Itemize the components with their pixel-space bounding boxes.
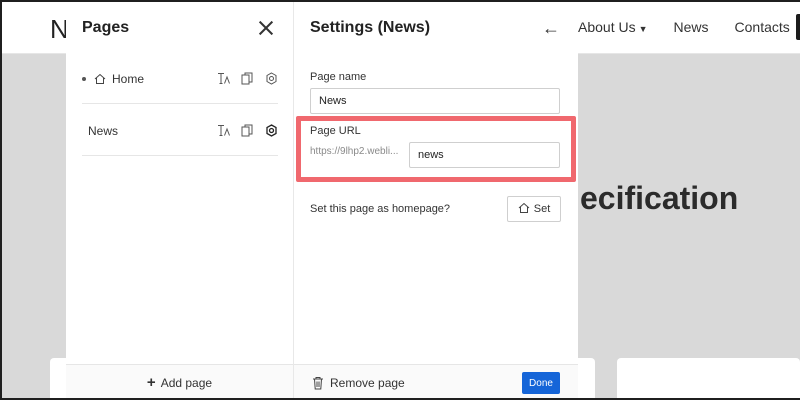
nav-contacts[interactable]: Contacts	[735, 19, 790, 35]
pages-panel: Pages Home News + Add page	[66, 0, 294, 400]
add-page-button[interactable]: + Add page	[66, 364, 293, 400]
page-name-input[interactable]: News	[310, 88, 560, 114]
add-page-label: Add page	[160, 375, 213, 390]
settings-panel-title: Settings (News)	[310, 19, 431, 36]
set-label: Set	[533, 203, 551, 215]
nav-news[interactable]: News	[674, 19, 709, 35]
current-page-bullet	[82, 76, 86, 81]
set-homepage-button[interactable]: Set	[507, 196, 561, 222]
back-arrow-icon[interactable]: ←	[542, 18, 560, 39]
page-item-actions	[216, 124, 278, 138]
settings-gear-icon[interactable]	[264, 124, 278, 138]
settings-panel-header: Settings (News) ←	[294, 0, 578, 56]
page-item-home[interactable]: Home	[82, 54, 278, 104]
page-url-highlight	[296, 116, 576, 182]
frame-border	[0, 0, 800, 2]
settings-gear-icon[interactable]	[264, 72, 278, 86]
site-card	[617, 358, 800, 400]
homepage-question: Set this page as homepage?	[310, 203, 451, 215]
done-button[interactable]: Done	[522, 372, 560, 394]
home-icon	[94, 73, 106, 85]
rename-icon[interactable]	[216, 124, 230, 138]
settings-panel: Settings (News) ← Page name News Page UR…	[294, 0, 578, 400]
nav-about-us[interactable]: About Us ▼	[578, 19, 648, 35]
frame-border	[0, 0, 2, 400]
site-hero-title: ecification	[580, 180, 739, 216]
page-item-label: Home	[112, 71, 145, 86]
home-icon	[518, 202, 530, 217]
remove-page-button[interactable]: Remove page	[312, 376, 405, 390]
plus-icon: +	[146, 374, 156, 391]
caret-down-icon: ▼	[638, 24, 648, 34]
close-icon[interactable]	[257, 19, 275, 37]
site-nav: About Us ▼ News Contacts	[578, 0, 790, 54]
trash-icon	[312, 376, 324, 390]
page-item-news[interactable]: News	[82, 106, 278, 156]
duplicate-icon[interactable]	[240, 124, 254, 138]
page-item-label: News	[88, 123, 119, 138]
pages-panel-header: Pages	[66, 0, 293, 56]
page-name-label: Page name	[310, 71, 367, 83]
page-item-actions	[216, 72, 278, 86]
site-menu-button[interactable]	[796, 14, 800, 40]
remove-page-label: Remove page	[330, 375, 405, 390]
settings-footer: Remove page Done	[294, 364, 578, 400]
pages-panel-title: Pages	[82, 19, 130, 36]
rename-icon[interactable]	[216, 72, 230, 86]
duplicate-icon[interactable]	[240, 72, 254, 86]
